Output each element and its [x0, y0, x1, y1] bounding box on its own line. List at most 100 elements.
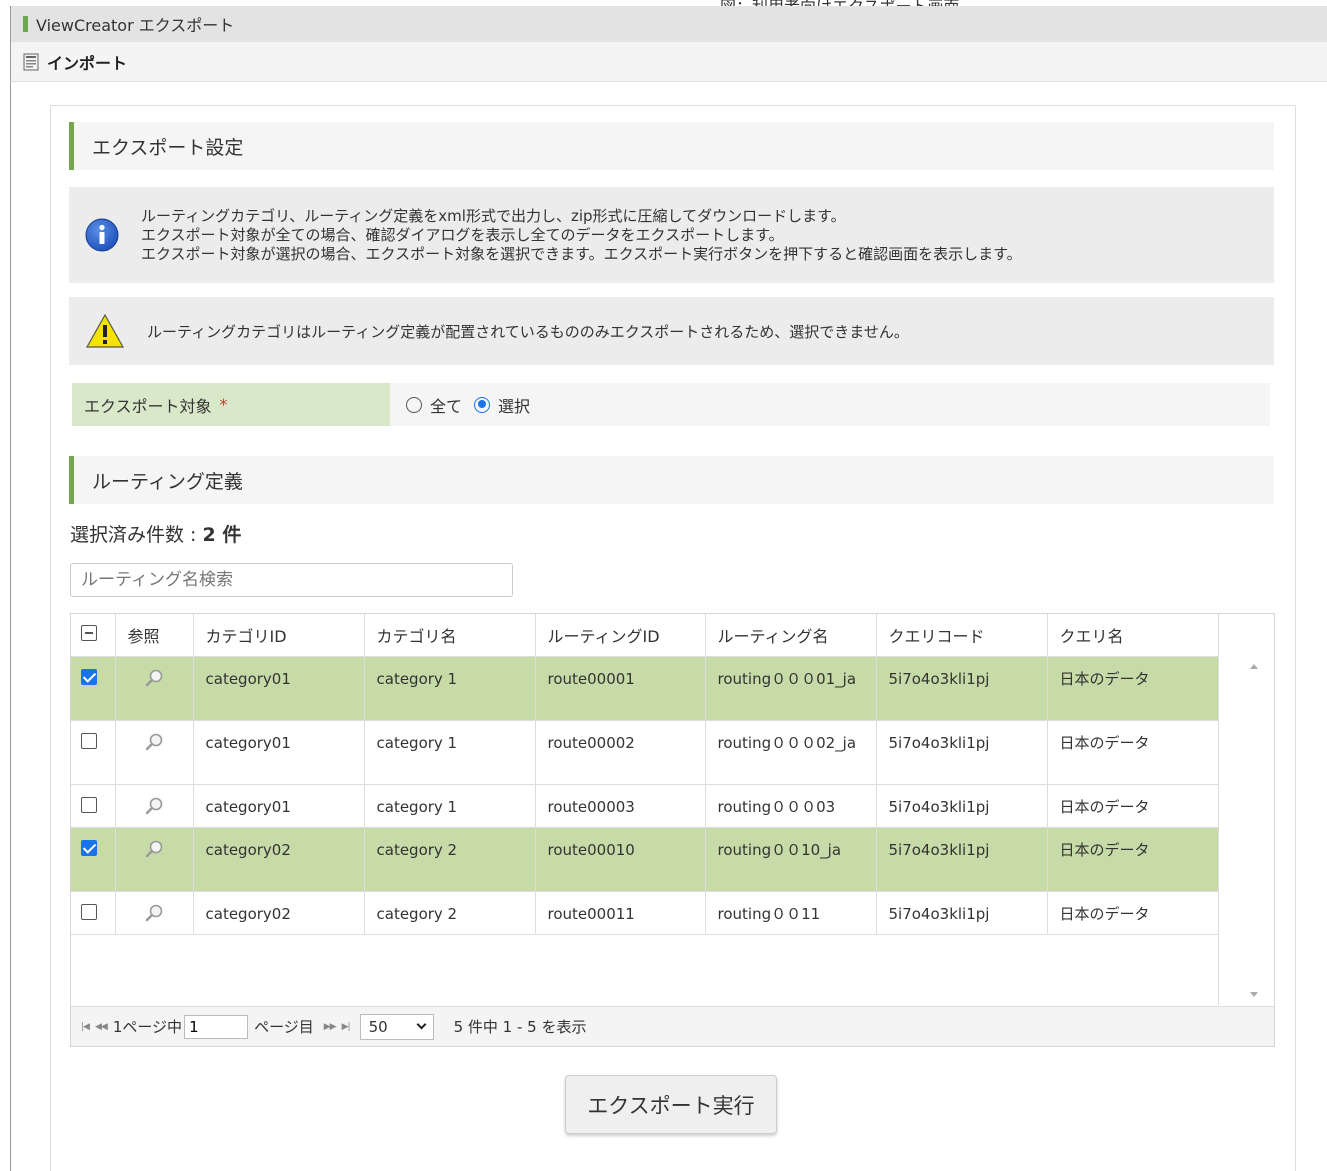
routing-definition-header: ルーティング定義	[69, 456, 1274, 504]
col-header-query-code[interactable]: クエリコード	[876, 614, 1048, 657]
import-label: インポート	[47, 53, 128, 73]
page-suffix-label: ページ目	[254, 1018, 314, 1036]
row-checkbox[interactable]	[81, 668, 97, 685]
row-checkbox-cell[interactable]	[71, 891, 116, 935]
query-name-cell: 日本のデータ	[1047, 784, 1219, 828]
import-button[interactable]: インポート	[23, 50, 127, 74]
radio-all[interactable]	[406, 396, 422, 413]
info-text: ルーティングカテゴリ、ルーティング定義をxml形式で出力し、zip形式に圧縮して…	[141, 207, 1022, 264]
selected-count: 選択済み件数 : 2 件	[70, 520, 241, 547]
table-row[interactable]: category01 category 1 route00003 routing０００…	[71, 784, 1219, 828]
search-icon[interactable]	[144, 796, 164, 816]
search-icon[interactable]	[144, 732, 164, 752]
pager-summary: 5 件中 1 - 5 を表示	[453, 1018, 587, 1036]
export-target-label-text: エクスポート対象	[84, 396, 212, 416]
row-checkbox-cell[interactable]	[71, 656, 116, 721]
reference-cell[interactable]	[115, 656, 194, 721]
chevron-down-icon	[416, 1019, 427, 1030]
table-header-row: 参照 カテゴリID カテゴリ名 ルーティングID ルーティング名 クエリコード …	[71, 614, 1219, 657]
page-size-select[interactable]: 50	[359, 1013, 434, 1040]
toolbar: インポート	[10, 42, 1327, 82]
routing-name-cell: routing００10_ja	[705, 827, 877, 892]
row-checkbox-cell[interactable]	[71, 720, 116, 785]
select-all-checkbox[interactable]	[81, 625, 97, 642]
col-header-reference: 参照	[115, 614, 194, 657]
export-execute-button[interactable]: エクスポート実行	[565, 1075, 777, 1134]
row-checkbox[interactable]	[81, 903, 97, 920]
reference-cell[interactable]	[115, 720, 194, 785]
table-body: category01 category 1 route00001 routing０００…	[71, 656, 1219, 935]
query-name-cell: 日本のデータ	[1047, 656, 1219, 721]
category-id-cell: category02	[193, 891, 365, 935]
required-mark: *	[219, 395, 228, 414]
frame-border	[10, 82, 11, 1171]
table-row[interactable]: category02 category 2 route00011 routing００1…	[71, 891, 1219, 935]
col-header-routing-name[interactable]: ルーティング名	[705, 614, 877, 657]
row-checkbox[interactable]	[81, 732, 97, 749]
page-number-input[interactable]	[184, 1014, 249, 1039]
info-line: エクスポート対象が選択の場合、エクスポート対象を選択できます。エクスポート実行ボ…	[141, 244, 1022, 263]
table-row[interactable]: category02 category 2 route00010 routing００1…	[71, 827, 1219, 892]
prev-page-icon[interactable]: ◀◀	[95, 1022, 108, 1032]
search-icon[interactable]	[144, 839, 164, 859]
warning-text: ルーティングカテゴリはルーティング定義が配置されているもののみエクスポートされる…	[147, 322, 909, 341]
info-line: ルーティングカテゴリ、ルーティング定義をxml形式で出力し、zip形式に圧縮して…	[141, 206, 846, 225]
scroll-up-arrow-icon[interactable]	[1250, 664, 1258, 669]
query-code-cell: 5i7o4o3kli1pj	[876, 784, 1048, 828]
search-icon[interactable]	[144, 903, 164, 923]
last-page-icon[interactable]: ▶|	[342, 1022, 351, 1032]
query-name-cell: 日本のデータ	[1047, 891, 1219, 935]
grid-scrollbar[interactable]	[1218, 656, 1274, 1005]
category-name-cell: category 1	[364, 656, 536, 721]
selected-count-label: 選択済み件数 :	[70, 524, 203, 546]
warning-icon	[85, 313, 125, 348]
routing-id-cell: route00010	[535, 827, 706, 892]
col-header-routing-id[interactable]: ルーティングID	[535, 614, 706, 657]
col-header-category-name[interactable]: カテゴリ名	[364, 614, 536, 657]
select-all-header[interactable]	[71, 614, 116, 657]
info-message: ルーティングカテゴリ、ルーティング定義をxml形式で出力し、zip形式に圧縮して…	[69, 187, 1274, 283]
query-name-cell: 日本のデータ	[1047, 827, 1219, 892]
next-page-icon[interactable]: ▶▶	[324, 1022, 337, 1032]
routing-id-cell: route00003	[535, 784, 706, 828]
reference-cell[interactable]	[115, 784, 194, 828]
first-page-icon[interactable]: |◀	[81, 1022, 90, 1032]
reference-cell[interactable]	[115, 827, 194, 892]
routing-id-cell: route00001	[535, 656, 706, 721]
category-name-cell: category 2	[364, 827, 536, 892]
col-header-query-name[interactable]: クエリ名	[1047, 614, 1219, 657]
query-code-cell: 5i7o4o3kli1pj	[876, 891, 1048, 935]
table-row[interactable]: category01 category 1 route00001 routing０００…	[71, 656, 1219, 721]
row-checkbox[interactable]	[81, 796, 97, 813]
query-code-cell: 5i7o4o3kli1pj	[876, 827, 1048, 892]
category-name-cell: category 1	[364, 784, 536, 828]
row-checkbox[interactable]	[81, 839, 97, 856]
info-icon	[85, 218, 119, 252]
selected-count-value: 2 件	[202, 524, 242, 546]
row-checkbox-cell[interactable]	[71, 827, 116, 892]
search-icon[interactable]	[144, 668, 164, 688]
routing-id-cell: route00011	[535, 891, 706, 935]
reference-cell[interactable]	[115, 891, 194, 935]
warning-message: ルーティングカテゴリはルーティング定義が配置されているもののみエクスポートされる…	[69, 297, 1274, 365]
export-target-options: 全て 選択	[390, 383, 542, 426]
category-id-cell: category01	[193, 656, 365, 721]
category-name-cell: category 1	[364, 720, 536, 785]
routing-table: 参照 カテゴリID カテゴリ名 ルーティングID ルーティング名 クエリコード …	[71, 614, 1219, 935]
routing-search-input[interactable]	[70, 563, 513, 597]
grid-pager: |◀ ◀◀ 1ページ中 ページ目 ▶▶ ▶| 50 5 件中 1 - 5 を表示	[71, 1006, 1274, 1046]
page-of-label: 1ページ中	[112, 1018, 183, 1036]
routing-name-cell: routing０００02_ja	[705, 720, 877, 785]
export-target-label: エクスポート対象 *	[72, 383, 390, 426]
col-header-category-id[interactable]: カテゴリID	[193, 614, 365, 657]
table-row[interactable]: category01 category 1 route00002 routing０００…	[71, 720, 1219, 785]
radio-select[interactable]	[474, 396, 491, 413]
radio-select-label[interactable]: 選択	[498, 393, 530, 417]
app-mark-icon	[23, 16, 28, 32]
category-name-cell: category 2	[364, 891, 536, 935]
scroll-down-arrow-icon[interactable]	[1250, 992, 1258, 997]
routing-name-cell: routing０００01_ja	[705, 656, 877, 721]
row-checkbox-cell[interactable]	[71, 784, 116, 828]
query-name-cell: 日本のデータ	[1047, 720, 1219, 785]
radio-all-label[interactable]: 全て	[430, 393, 462, 417]
